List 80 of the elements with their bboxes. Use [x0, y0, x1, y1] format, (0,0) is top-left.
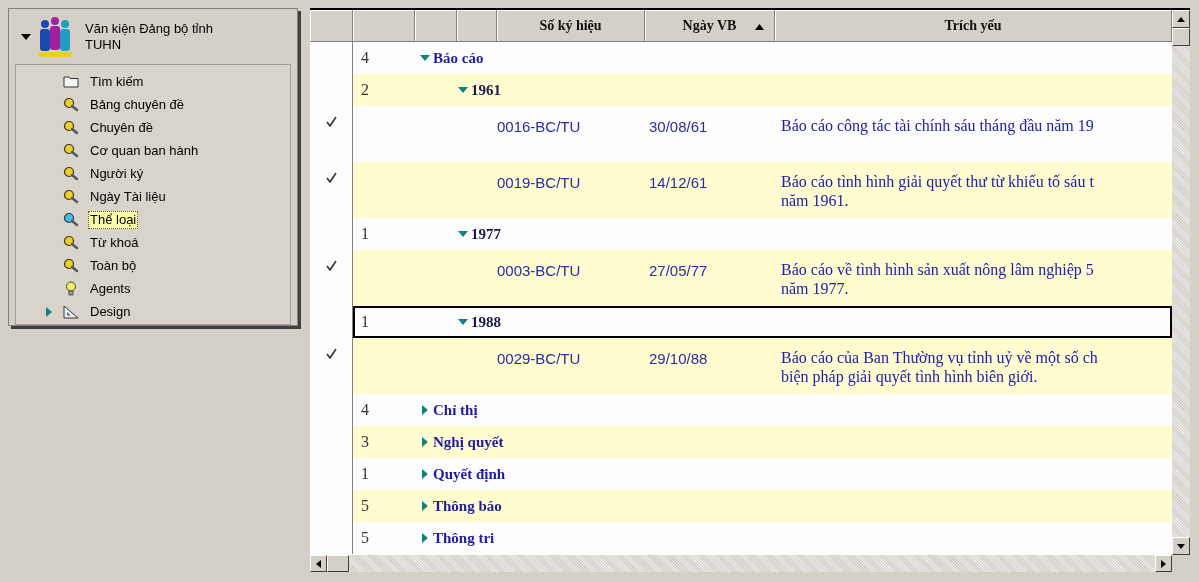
check-icon[interactable]: [325, 348, 337, 359]
group-row[interactable]: 4 Chỉ thị: [353, 394, 1172, 426]
navigator-item[interactable]: Từ khoá: [88, 233, 141, 252]
search-icon: [63, 235, 79, 250]
count-cell-text: 3: [360, 432, 370, 452]
search-icon: [63, 120, 79, 135]
scroll-down-icon[interactable]: [1177, 543, 1185, 549]
navigator-item[interactable]: Toàn bộ: [88, 256, 139, 275]
summary-text: Báo cáo tình hình giải quyết thư từ khiếu tố sáu t: [781, 172, 1094, 191]
category-label: Báo cáo: [433, 48, 484, 68]
group-row[interactable]: 1 1977: [353, 218, 1172, 250]
document-date: 29/10/88: [648, 349, 709, 369]
summary-text: Báo cáo công tác tài chính sáu tháng đầu năm 19: [781, 116, 1094, 135]
category-label: Nghị quyết: [433, 432, 504, 452]
group-row[interactable]: 1 Quyết định: [353, 458, 1172, 490]
summary-text: biện pháp giải quyết tình hình biên giới.: [781, 367, 1039, 386]
count-cell-text: 5: [360, 528, 370, 548]
document-number: 0016-BC/TU: [497, 117, 582, 137]
people-icon: [35, 15, 75, 58]
count-cell-text: 1: [360, 312, 370, 332]
scroll-right-icon[interactable]: [1161, 559, 1166, 568]
expander-icon[interactable]: [21, 31, 31, 42]
count-cell-text: 1: [360, 224, 370, 244]
document-date: 27/05/77: [648, 261, 709, 281]
navigator-item[interactable]: Bảng chuyên đề: [88, 95, 186, 114]
category-label: Quyết định: [433, 464, 506, 484]
year-label: 1988: [471, 312, 501, 332]
search-icon: [63, 143, 79, 158]
horizontal-scrollbar[interactable]: [310, 555, 1172, 572]
year-label: 1977: [471, 224, 501, 244]
year-label: 1961: [471, 80, 501, 100]
navigator-item[interactable]: Tìm kiếm: [88, 72, 146, 91]
group-row[interactable]: 4 Báo cáo: [353, 42, 1172, 74]
column-header[interactable]: Số ký hiệu: [497, 10, 645, 42]
check-icon[interactable]: [325, 172, 337, 183]
scroll-up-icon[interactable]: [1177, 16, 1185, 22]
summary-text: năm 1977.: [781, 279, 850, 298]
check-icon[interactable]: [325, 116, 337, 127]
navigator-item[interactable]: Cơ quan ban hành: [88, 141, 201, 160]
category-label: Thông tri: [433, 528, 495, 548]
document-number: 0003-BC/TU: [497, 261, 582, 281]
ruler-triangle-icon: [63, 304, 79, 319]
count-cell-text: 4: [360, 400, 370, 420]
group-row[interactable]: 5 Thông tri: [353, 522, 1172, 554]
document-number: 0019-BC/TU: [497, 173, 582, 193]
category-label: Thông báo: [433, 496, 502, 516]
navigator-item[interactable]: Thể loại: [88, 210, 139, 229]
scroll-left-icon[interactable]: [316, 559, 321, 568]
document-date: 14/12/61: [648, 173, 709, 193]
vertical-scrollbar[interactable]: [1172, 10, 1190, 555]
column-header[interactable]: Trích yếu: [775, 10, 1172, 42]
navigator-item[interactable]: Ngày Tài liệu: [88, 187, 168, 206]
summary-text: Báo cáo về tình hình sản xuất nông lâm nghiệp 5: [781, 260, 1094, 279]
document-date: 30/08/61: [648, 117, 709, 137]
database-title: Văn kiện Đảng bộ tỉnh TUHN: [85, 20, 214, 53]
search-icon: [63, 97, 79, 112]
column-header: [457, 10, 497, 42]
category-label: Chỉ thị: [433, 400, 478, 420]
folder-icon: [63, 75, 79, 88]
search-icon: [63, 212, 79, 227]
check-icon[interactable]: [325, 260, 337, 271]
search-icon: [63, 166, 79, 181]
search-icon: [63, 189, 79, 204]
summary-text: năm 1961.: [781, 191, 850, 210]
navigator-item[interactable]: Chuyên đề: [88, 118, 155, 137]
column-header[interactable]: Ngày VB: [645, 10, 775, 42]
count-cell-text: 2: [360, 80, 370, 100]
count-cell-text: 4: [360, 48, 370, 68]
document-number: 0029-BC/TU: [497, 349, 582, 369]
group-row[interactable]: 1 1988: [353, 306, 1172, 338]
search-icon: [63, 258, 79, 273]
navigator-item[interactable]: Người ký: [88, 164, 146, 183]
navigator-item[interactable]: Agents: [88, 279, 133, 298]
count-cell-text: 5: [360, 496, 370, 516]
navigator-item[interactable]: Design: [88, 302, 133, 321]
scroll-thumb[interactable]: [327, 555, 349, 572]
scroll-thumb[interactable]: [1172, 28, 1190, 46]
summary-text: Báo cáo của Ban Thường vụ tỉnh uỷ về một số ch: [781, 348, 1098, 367]
count-cell-text: 1: [360, 464, 370, 484]
lightbulb-icon: [65, 281, 77, 296]
